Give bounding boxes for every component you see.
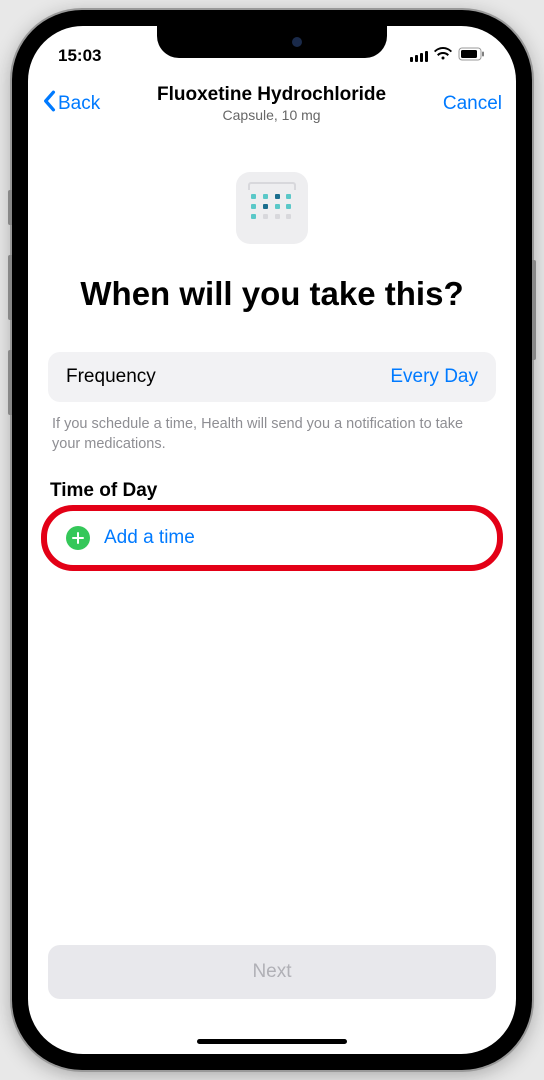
add-time-wrap: Add a time [48,512,496,564]
nav-title: Fluoxetine Hydrochloride Capsule, 10 mg [100,84,443,123]
nav-title-main: Fluoxetine Hydrochloride [100,84,443,106]
plus-icon [66,526,90,550]
phone-side-buttons-left [8,190,12,445]
frequency-value: Every Day [390,366,478,388]
battery-icon [458,47,486,66]
next-button[interactable]: Next [48,945,496,999]
phone-frame: 15:03 Back [12,10,532,1070]
page-title: When will you take this? [48,274,496,314]
back-button[interactable]: Back [42,90,100,118]
calendar-icon [236,172,308,244]
notch [157,26,387,58]
wifi-icon [434,47,452,66]
navigation-bar: Back Fluoxetine Hydrochloride Capsule, 1… [28,74,516,134]
phone-side-buttons-right [532,260,536,360]
next-button-wrap: Next [48,945,496,999]
status-icons [410,47,487,66]
cellular-signal-icon [410,51,429,62]
content: When will you take this? Frequency Every… [28,134,516,1014]
time-of-day-header: Time of Day [48,480,496,502]
chevron-left-icon [42,90,56,118]
frequency-row[interactable]: Frequency Every Day [48,352,496,402]
cancel-button[interactable]: Cancel [443,93,502,115]
screen: 15:03 Back [28,26,516,1054]
frequency-label: Frequency [66,366,156,388]
info-text: If you schedule a time, Health will send… [48,414,496,455]
status-time: 15:03 [58,46,101,66]
add-time-button[interactable]: Add a time [48,512,496,564]
calendar-icon-wrap [48,172,496,244]
nav-title-sub: Capsule, 10 mg [100,107,443,123]
home-indicator[interactable] [197,1039,347,1044]
add-time-label: Add a time [104,527,195,549]
back-label: Back [58,93,100,115]
